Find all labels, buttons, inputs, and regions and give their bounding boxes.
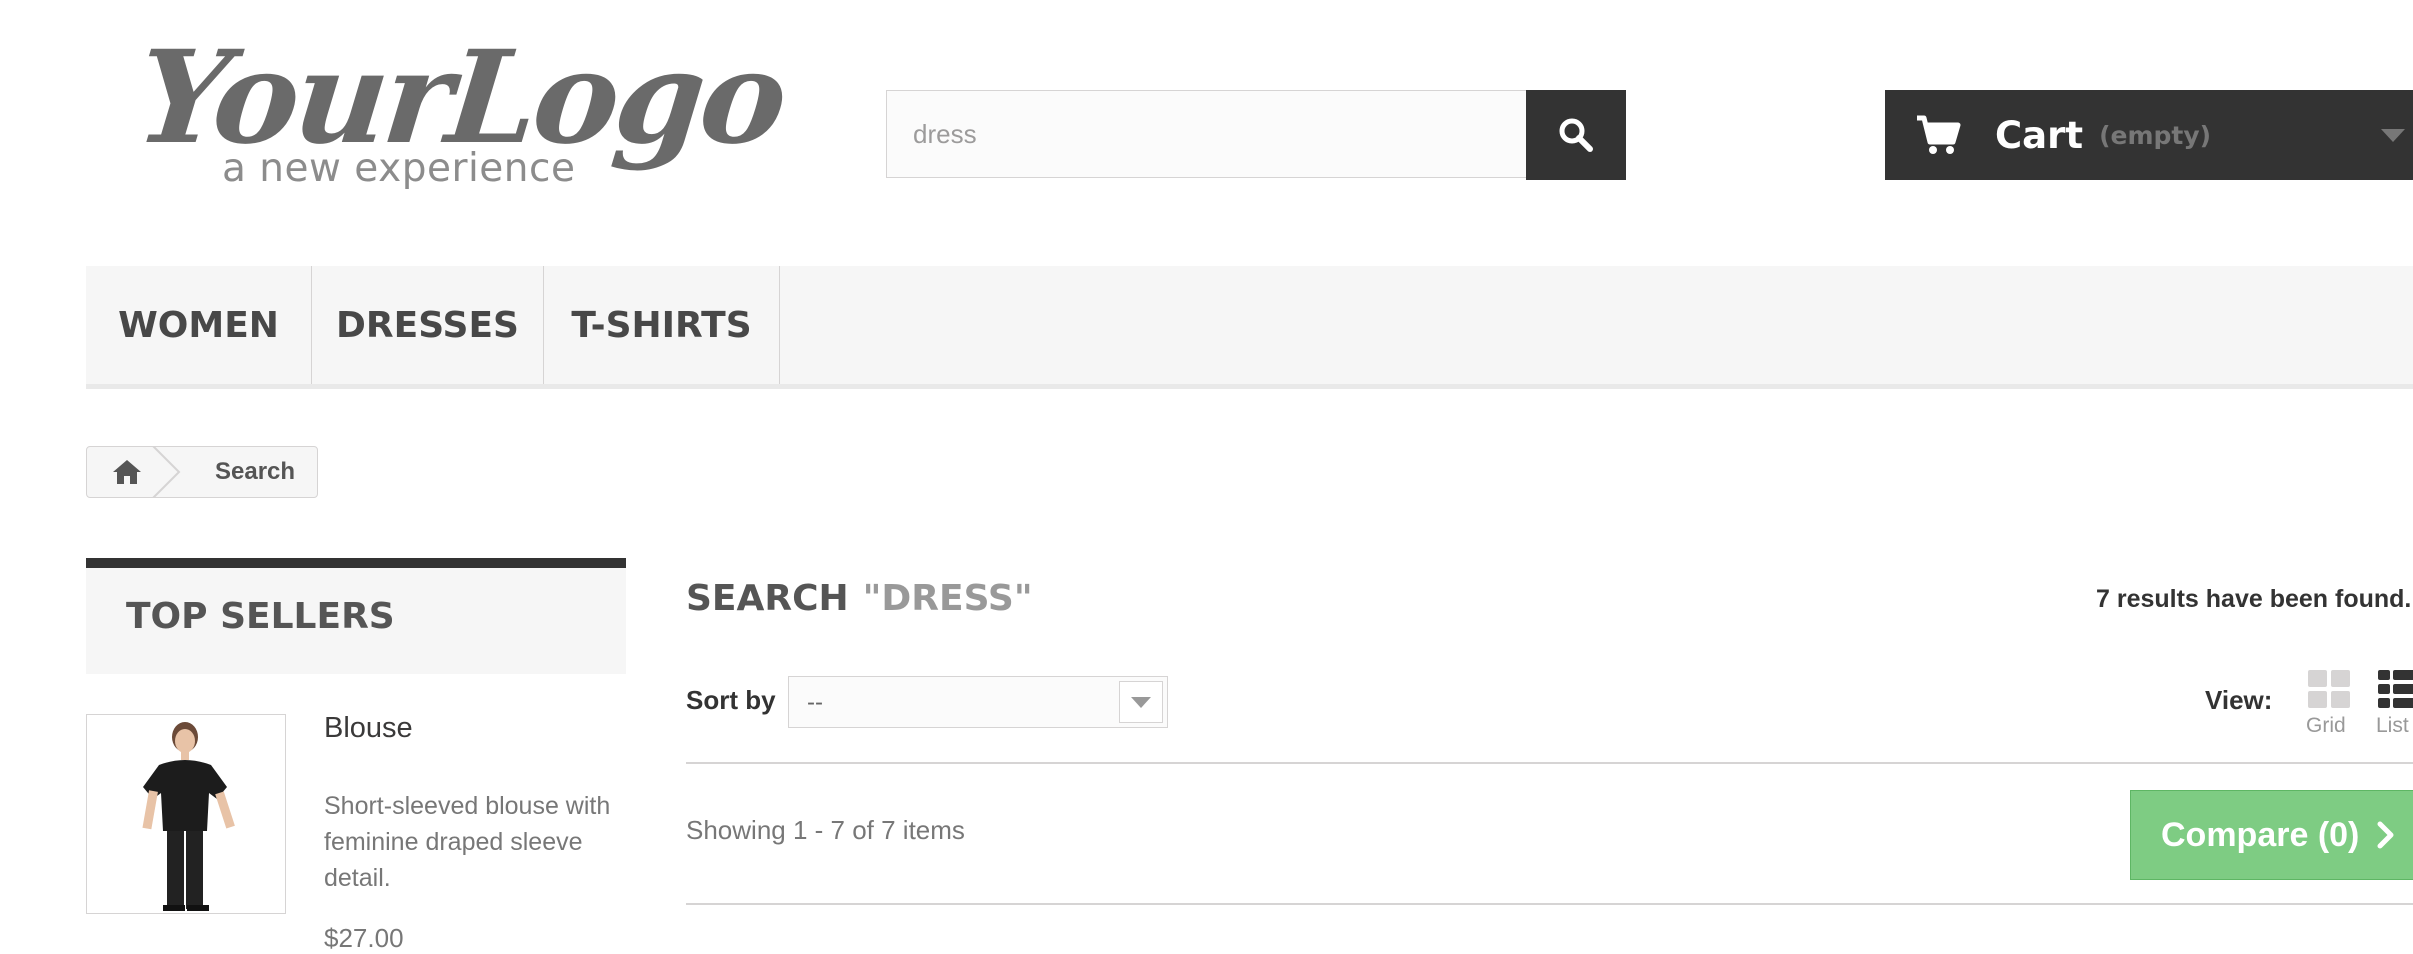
grid-view-icon [2308,670,2350,708]
site-logo[interactable]: YourLogo a new experience [130,23,790,200]
search-button[interactable] [1526,90,1626,180]
list-view-label: List [2376,714,2409,737]
list-view-button[interactable]: List [2376,668,2413,737]
cart-label: Cart [1995,113,2084,157]
main-menu: WOMEN DRESSES T-SHIRTS [86,266,2413,389]
list-view-icon [2378,670,2413,708]
divider [686,762,2413,764]
product-description: Short-sleeved blouse with feminine drape… [324,792,611,892]
compare-button[interactable]: Compare (0) [2130,790,2413,880]
page-title-term: "DRESS" [862,578,1033,619]
cart-button[interactable]: Cart (empty) [1885,90,2413,180]
product-name[interactable]: Blouse [324,712,413,745]
results-count: 7 results have been found. [2096,585,2412,613]
menu-item-t-shirts[interactable]: T-SHIRTS [544,266,780,384]
search-icon [1559,118,1593,152]
search-input[interactable] [886,90,1528,178]
cart-icon [1917,115,1961,154]
compare-label: Compare (0) [2161,815,2360,854]
pagination-summary: Showing 1 - 7 of 7 items [686,815,965,845]
chevron-down-icon [2381,129,2405,142]
product-price: $27.00 [324,923,404,953]
sort-selected-value: -- [807,689,823,716]
breadcrumb: Search [86,446,318,498]
page-title-prefix: SEARCH [686,578,849,619]
grid-view-label: Grid [2306,714,2346,737]
sort-label: Sort by [686,685,776,715]
view-label: View: [2205,685,2273,715]
top-sellers-title[interactable]: TOP SELLERS [126,596,395,637]
breadcrumb-current: Search [215,458,296,485]
product-photo [87,715,285,913]
top-sellers-header: TOP SELLERS [86,558,626,674]
chevron-down-icon[interactable] [1119,681,1163,723]
page-title: SEARCH "DRESS" [686,578,1033,619]
logo-tagline: a new experience [222,146,576,191]
menu-item-dresses[interactable]: DRESSES [312,266,544,384]
grid-view-button[interactable]: Grid [2306,668,2354,737]
product-image[interactable] [86,714,286,914]
logo-wordmark: YourLogo [130,23,791,173]
menu-item-women[interactable]: WOMEN [86,266,312,384]
sort-select[interactable]: -- [788,676,1168,728]
divider [686,903,2413,905]
cart-status: (empty) [2099,120,2212,150]
home-icon [113,460,141,484]
chevron-right-icon [2377,821,2394,849]
